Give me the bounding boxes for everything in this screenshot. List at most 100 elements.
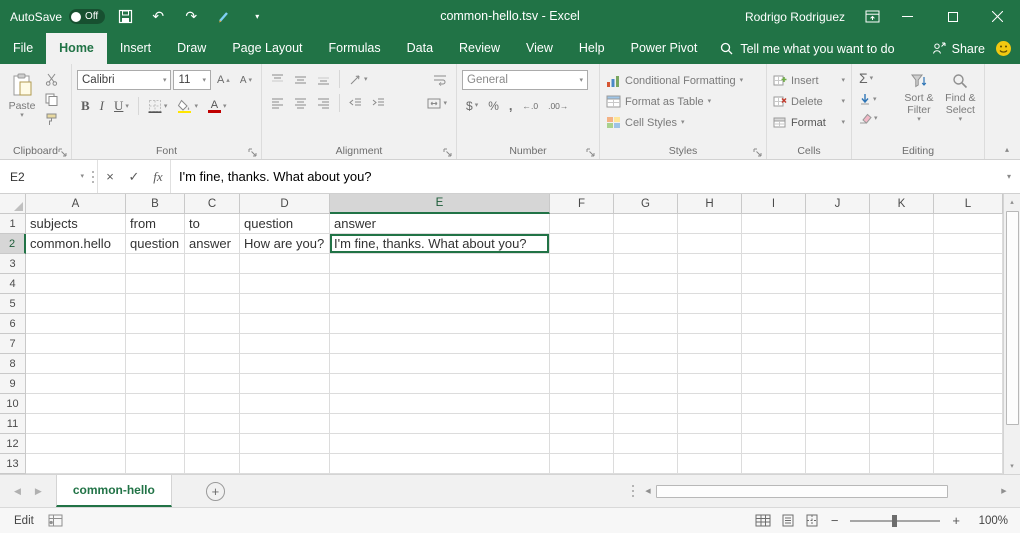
cell-K11[interactable] [870, 414, 934, 434]
horizontal-scroll-thumb[interactable] [656, 485, 948, 498]
user-name[interactable]: Rodrigo Rodriguez [745, 10, 845, 24]
tab-data[interactable]: Data [394, 33, 446, 64]
cell-H9[interactable] [678, 374, 742, 394]
cell-J10[interactable] [806, 394, 870, 414]
feedback-button[interactable] [995, 33, 1012, 64]
cell-A10[interactable] [26, 394, 126, 414]
cell-F2[interactable] [550, 234, 614, 254]
cell-I3[interactable] [742, 254, 806, 274]
cell-I6[interactable] [742, 314, 806, 334]
fill-button[interactable]: ▾ [855, 91, 898, 107]
tab-help[interactable]: Help [566, 33, 618, 64]
cell-B9[interactable] [126, 374, 185, 394]
cell-I13[interactable] [742, 454, 806, 474]
borders-button[interactable]: ▾ [144, 97, 172, 115]
row-header-11[interactable]: 11 [0, 414, 26, 434]
customize-qat-chevron[interactable]: ▾ [244, 0, 270, 33]
next-sheet-button[interactable]: ▶ [35, 486, 42, 497]
scroll-up-button[interactable]: ▴ [1004, 194, 1020, 210]
cell-D2[interactable]: How are you? [240, 234, 330, 254]
merge-center-button[interactable]: ▾ [423, 95, 451, 112]
cell-A3[interactable] [26, 254, 126, 274]
tab-file[interactable]: File [0, 33, 46, 64]
cell-D8[interactable] [240, 354, 330, 374]
cell-H5[interactable] [678, 294, 742, 314]
cell-F13[interactable] [550, 454, 614, 474]
vertical-scrollbar[interactable]: ▴ ▾ [1003, 194, 1020, 474]
increase-indent-button[interactable] [368, 95, 389, 112]
cell-H8[interactable] [678, 354, 742, 374]
cell-K5[interactable] [870, 294, 934, 314]
column-header-C[interactable]: C [185, 194, 240, 214]
cell-J8[interactable] [806, 354, 870, 374]
align-right-button[interactable] [313, 95, 334, 112]
cell-H11[interactable] [678, 414, 742, 434]
collapse-ribbon-button[interactable]: ▴ [999, 143, 1015, 155]
cell-styles-button[interactable]: Cell Styles ▾ [603, 112, 763, 133]
maximize-button[interactable] [930, 0, 975, 33]
accounting-format-button[interactable]: $▾ [462, 97, 482, 115]
cell-G3[interactable] [614, 254, 678, 274]
font-color-button[interactable]: A ▾ [204, 98, 231, 115]
ribbon-display-options-button[interactable] [859, 0, 885, 33]
formula-bar-splitter[interactable] [88, 160, 98, 193]
comma-style-button[interactable]: , [505, 96, 517, 115]
underline-button[interactable]: U▾ [110, 96, 133, 116]
page-break-view-button[interactable] [805, 514, 819, 527]
copy-button[interactable] [41, 91, 62, 108]
paste-button[interactable]: Paste ▾ [3, 68, 41, 134]
cell-F5[interactable] [550, 294, 614, 314]
cell-E1[interactable]: answer [330, 214, 550, 234]
cell-G13[interactable] [614, 454, 678, 474]
cell-K7[interactable] [870, 334, 934, 354]
cell-G8[interactable] [614, 354, 678, 374]
zoom-slider-handle[interactable] [892, 515, 897, 527]
cell-B10[interactable] [126, 394, 185, 414]
cell-L4[interactable] [934, 274, 1003, 294]
cell-H12[interactable] [678, 434, 742, 454]
column-header-G[interactable]: G [614, 194, 678, 214]
normal-view-button[interactable] [755, 514, 771, 527]
cell-C11[interactable] [185, 414, 240, 434]
alignment-dialog-launcher[interactable] [443, 146, 453, 156]
number-dialog-launcher[interactable] [586, 146, 596, 156]
cell-J5[interactable] [806, 294, 870, 314]
cell-E3[interactable] [330, 254, 550, 274]
cell-G5[interactable] [614, 294, 678, 314]
scroll-right-button[interactable]: ▶ [996, 487, 1012, 495]
tab-page-layout[interactable]: Page Layout [219, 33, 315, 64]
cell-I9[interactable] [742, 374, 806, 394]
cell-B2[interactable]: question [126, 234, 185, 254]
cell-B8[interactable] [126, 354, 185, 374]
cell-E11[interactable] [330, 414, 550, 434]
row-header-12[interactable]: 12 [0, 434, 26, 454]
cell-H4[interactable] [678, 274, 742, 294]
zoom-in-button[interactable]: + [950, 513, 962, 528]
decrease-decimal-button[interactable]: .00→ [544, 99, 572, 113]
cell-K4[interactable] [870, 274, 934, 294]
cell-A1[interactable]: subjects [26, 214, 126, 234]
cell-I12[interactable] [742, 434, 806, 454]
row-header-3[interactable]: 3 [0, 254, 26, 274]
tab-review[interactable]: Review [446, 33, 513, 64]
cell-L11[interactable] [934, 414, 1003, 434]
cell-G7[interactable] [614, 334, 678, 354]
confirm-entry-button[interactable]: ✓ [122, 160, 146, 193]
column-header-F[interactable]: F [550, 194, 614, 214]
cell-B4[interactable] [126, 274, 185, 294]
format-as-table-button[interactable]: Format as Table ▾ [603, 91, 763, 112]
cell-L7[interactable] [934, 334, 1003, 354]
clear-button[interactable]: ▾ [855, 110, 898, 126]
autosave-toggle[interactable]: Off [69, 9, 105, 24]
column-header-J[interactable]: J [806, 194, 870, 214]
cell-F12[interactable] [550, 434, 614, 454]
horizontal-scroll-track[interactable] [656, 484, 996, 499]
cell-K3[interactable] [870, 254, 934, 274]
formula-input[interactable]: I'm fine, thanks. What about you? [170, 160, 998, 193]
cell-E12[interactable] [330, 434, 550, 454]
cell-J9[interactable] [806, 374, 870, 394]
cell-K8[interactable] [870, 354, 934, 374]
cell-I10[interactable] [742, 394, 806, 414]
cell-C3[interactable] [185, 254, 240, 274]
cell-K1[interactable] [870, 214, 934, 234]
